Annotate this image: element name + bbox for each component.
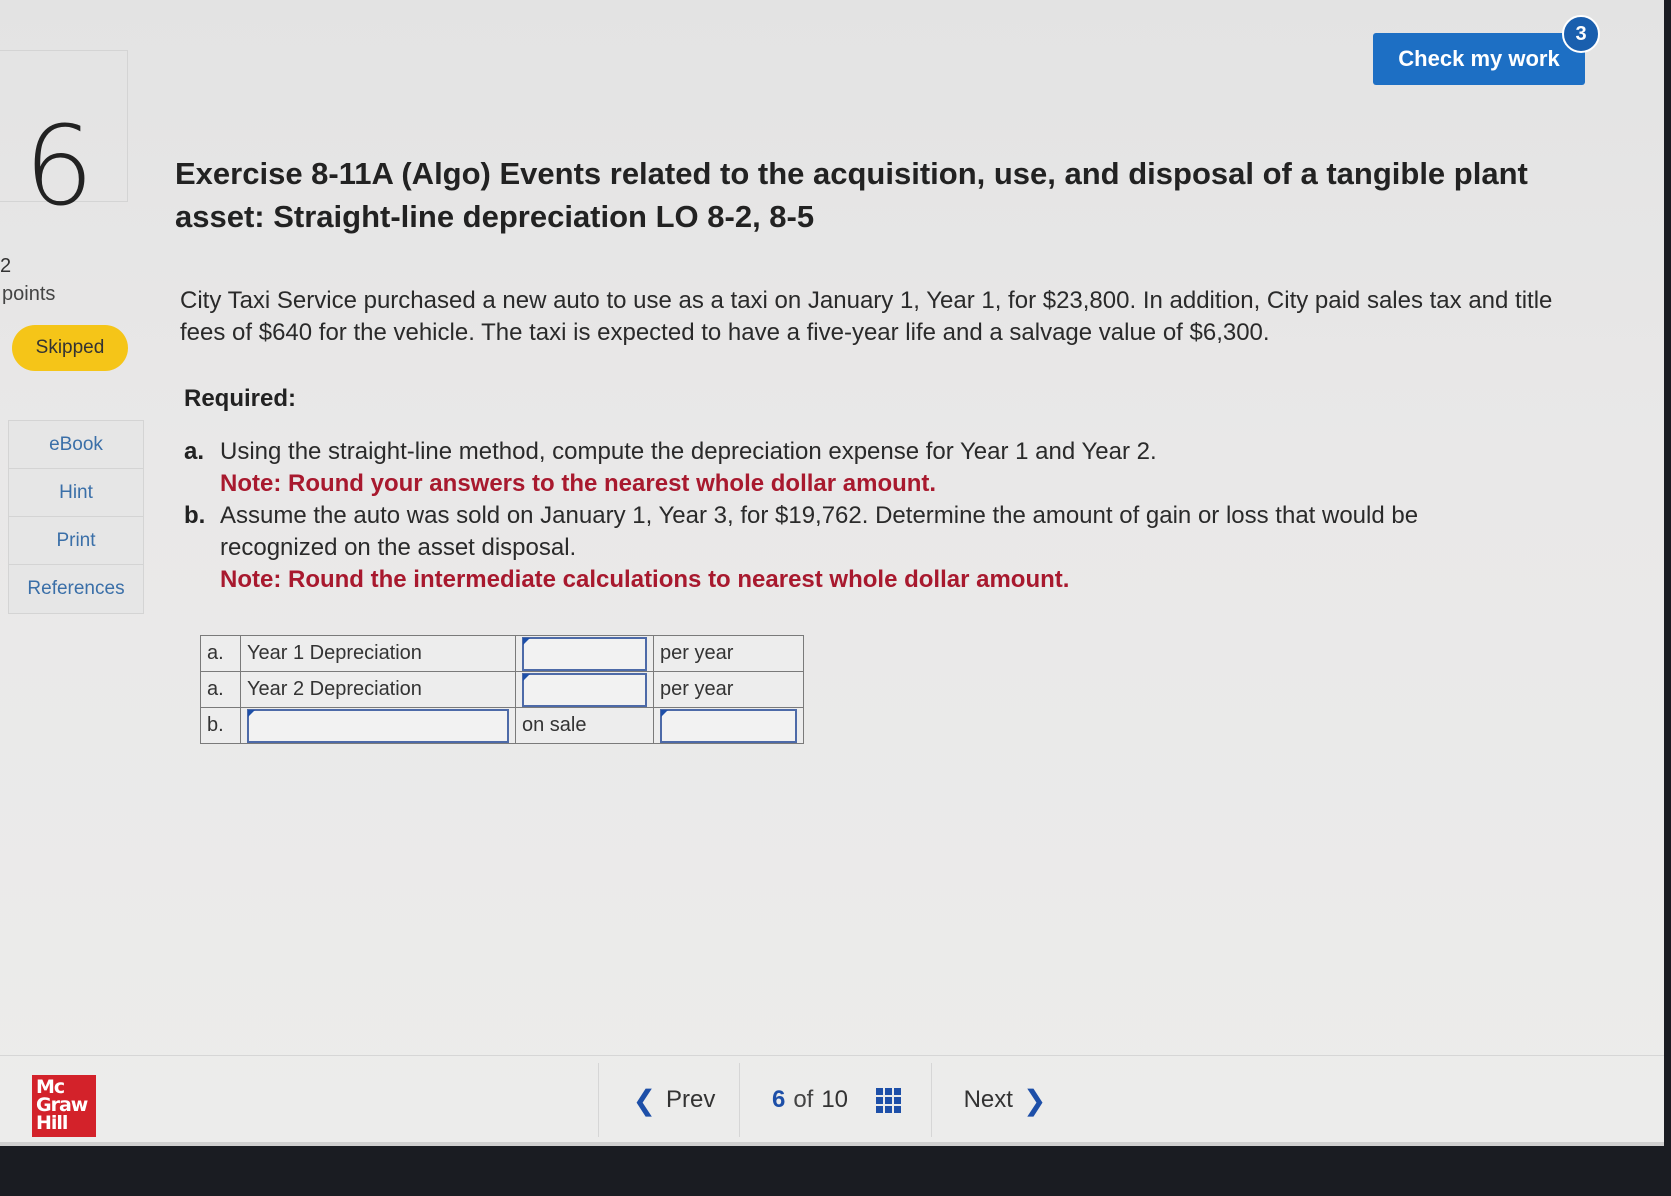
tools-panel: eBook Hint Print References [8, 420, 144, 614]
print-link[interactable]: Print [9, 517, 143, 565]
page-of: of [793, 1086, 814, 1113]
requirements-list: a. Using the straight-line method, compu… [184, 436, 1514, 596]
footer-divider [0, 1055, 1664, 1056]
points-label: points [2, 283, 56, 305]
requirement-note: Note: Round your answers to the nearest … [220, 470, 937, 497]
status-badge: Skipped [12, 325, 128, 371]
table-row: a. Year 1 Depreciation per year [200, 635, 804, 672]
page-current: 6 [771, 1086, 786, 1113]
year2-depreciation-input[interactable] [522, 672, 647, 707]
requirement-text: Assume the auto was sold on January 1, Y… [220, 502, 1419, 561]
points-value: 2 [0, 255, 12, 277]
page-indicator[interactable]: 6 of 10 [742, 1063, 932, 1137]
next-button[interactable]: Next ❯ [935, 1063, 1085, 1137]
page-total: 10 [821, 1086, 849, 1113]
table-row: a. Year 2 Depreciation per year [200, 671, 804, 708]
gain-loss-amount-input[interactable] [660, 708, 797, 743]
chevron-right-icon: ❯ [1022, 1084, 1047, 1116]
row-letter: b. [200, 707, 241, 744]
gain-loss-dropdown[interactable] [247, 708, 509, 743]
requirement-a: a. Using the straight-line method, compu… [184, 436, 1514, 500]
requirement-note: Note: Round the intermediate calculation… [220, 566, 1070, 593]
requirement-letter: b. [184, 502, 206, 529]
assignment-screen: 6 2 points Skipped eBook Hint Print Refe… [0, 0, 1664, 1146]
prev-button[interactable]: ❮ Prev [598, 1063, 740, 1137]
ebook-link[interactable]: eBook [9, 421, 143, 469]
requirement-text: Using the straight-line method, compute … [220, 438, 1157, 465]
check-my-work-button[interactable]: Check my work [1373, 33, 1585, 85]
row-letter: a. [200, 671, 241, 708]
row-unit: per year [653, 671, 804, 708]
year1-depreciation-cell [515, 635, 654, 672]
table-row: b. on sale [200, 707, 804, 744]
answer-table: a. Year 1 Depreciation per year a. Year … [200, 635, 804, 744]
row-mid-label: on sale [515, 707, 654, 744]
question-number-box: 6 [0, 50, 128, 221]
gain-loss-select-cell [240, 707, 516, 744]
year1-depreciation-input[interactable] [522, 636, 647, 671]
year2-depreciation-cell [515, 671, 654, 708]
exercise-intro: City Taxi Service purchased a new auto t… [180, 287, 1553, 346]
references-link[interactable]: References [9, 565, 143, 613]
question-number: 6 [24, 102, 94, 230]
gain-loss-amount-cell [653, 707, 804, 744]
mcgraw-hill-logo: Mc Graw Hill [32, 1075, 96, 1137]
row-letter: a. [200, 635, 241, 672]
grid-icon[interactable] [876, 1087, 902, 1113]
row-label: Year 1 Depreciation [240, 635, 516, 672]
attempts-badge: 3 [1562, 15, 1600, 53]
requirement-b: b. Assume the auto was sold on January 1… [184, 500, 1514, 596]
row-unit: per year [653, 635, 804, 672]
chevron-left-icon: ❮ [632, 1084, 657, 1116]
hint-link[interactable]: Hint [9, 469, 143, 517]
next-label: Next [963, 1086, 1013, 1113]
required-heading: Required: [184, 385, 297, 412]
prev-label: Prev [666, 1086, 716, 1113]
row-label: Year 2 Depreciation [240, 671, 516, 708]
requirement-letter: a. [184, 438, 205, 465]
exercise-title: Exercise 8-11A (Algo) Events related to … [175, 156, 1528, 234]
